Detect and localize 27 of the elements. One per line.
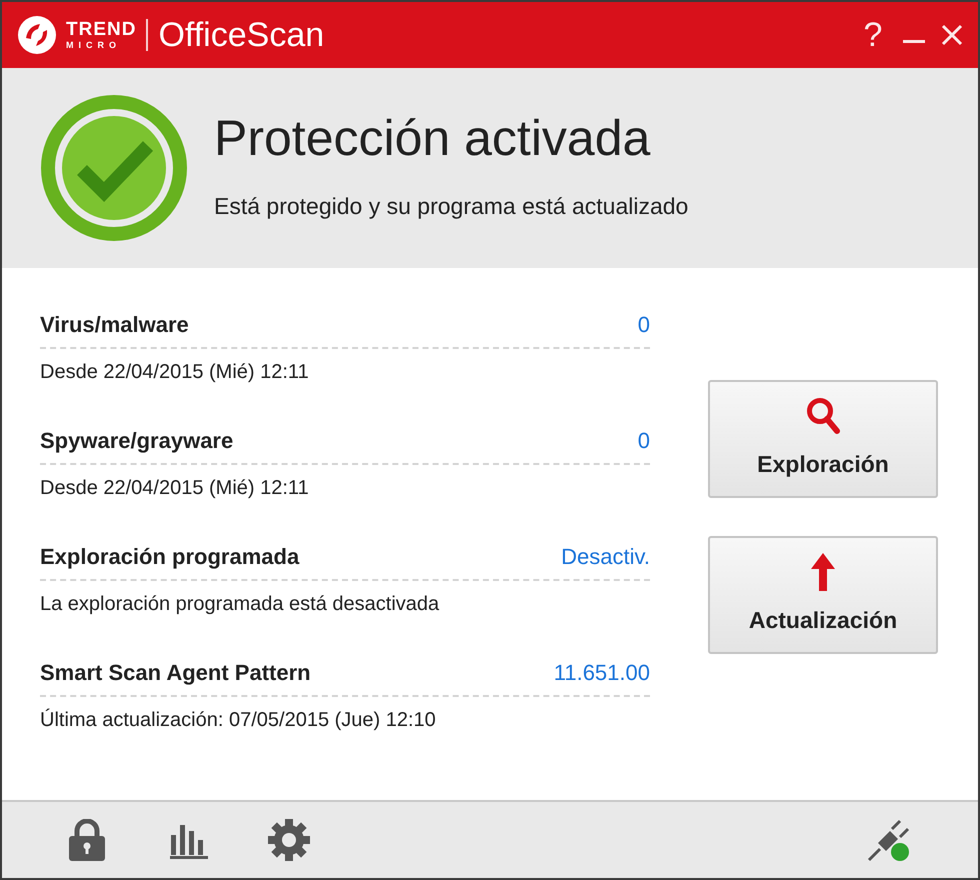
brand-name: MICRO [66, 41, 122, 50]
logo-icon [16, 14, 58, 56]
status-message: Está protegido y su programa está actualizado [214, 192, 688, 221]
stat-value: Desactiv. [561, 543, 650, 571]
stat-label: Spyware/grayware [40, 427, 234, 455]
stat-label: Smart Scan Agent Pattern [40, 659, 311, 687]
scan-button[interactable]: Exploración [708, 380, 938, 498]
stat-label: Exploración programada [40, 543, 300, 571]
stat-detail: Desde 22/04/2015 (Mié) 12:11 [40, 360, 310, 385]
stat-detail: Última actualización: 07/05/2015 (Jue) 12:10 [40, 708, 437, 733]
help-button[interactable]: ? [856, 18, 890, 52]
window-title: OfficeScan [158, 18, 324, 52]
up-arrow-icon [811, 552, 835, 591]
stat-value: 0 [638, 427, 650, 455]
close-icon[interactable] [940, 23, 964, 47]
settings-icon[interactable] [268, 819, 310, 861]
lock-icon[interactable] [68, 819, 106, 861]
update-button[interactable]: Actualización [708, 536, 938, 654]
stat-detail: La exploración programada está desactivada [40, 592, 440, 617]
status-heading: Protección activada [214, 112, 652, 163]
stat-value: 0 [638, 311, 650, 339]
stat-label: Virus/malware [40, 311, 189, 339]
stat-value: 11.651.00 [554, 659, 650, 687]
stat-detail: Desde 22/04/2015 (Mié) 12:11 [40, 476, 310, 501]
search-icon [806, 396, 840, 435]
checkmark-icon [40, 94, 188, 242]
brand-name: TREND [66, 20, 136, 39]
